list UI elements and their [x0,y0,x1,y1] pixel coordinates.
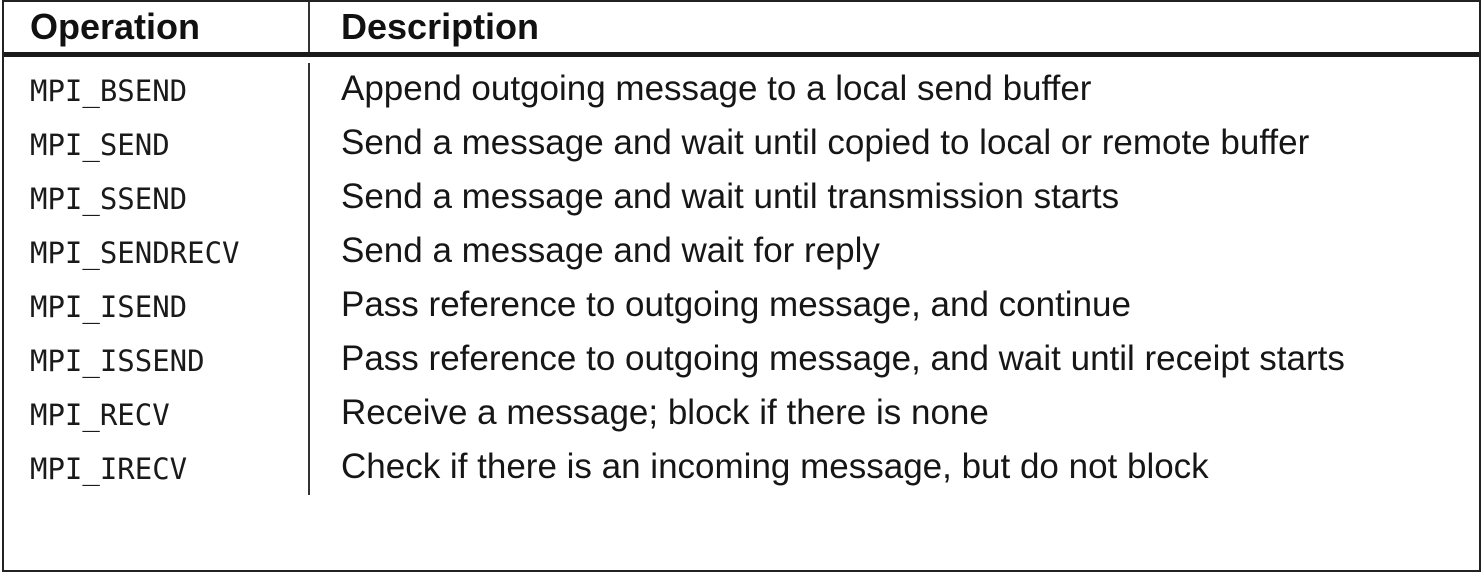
operation-cell: MPI_ISEND [4,279,310,333]
operation-cell: MPI_SEND [4,117,310,171]
mpi-operations-table: Operation Description MPI_BSEND Append o… [2,0,1481,572]
description-cell: Send a message and wait until copied to … [341,123,1310,162]
table-row: MPI_SENDRECV Send a message and wait for… [4,225,1479,279]
operation-cell: MPI_SSEND [4,171,310,225]
table-row: MPI_ISEND Pass reference to outgoing mes… [4,279,1479,333]
description-cell: Send a message and wait for reply [341,231,880,270]
table-row: MPI_BSEND Append outgoing message to a l… [4,63,1479,117]
operation-cell: MPI_SENDRECV [4,225,310,279]
description-cell: Pass reference to outgoing message, and … [341,285,1131,324]
table-row: MPI_SEND Send a message and wait until c… [4,117,1479,171]
table-row: MPI_RECV Receive a message; block if the… [4,387,1479,441]
table-row: MPI_SSEND Send a message and wait until … [4,171,1479,225]
header-operation: Operation [4,2,310,52]
table-header-row: Operation Description [4,2,1479,57]
operation-cell: MPI_ISSEND [4,333,310,387]
description-cell: Pass reference to outgoing message, and … [341,339,1345,378]
description-cell: Append outgoing message to a local send … [341,69,1092,108]
description-cell: Send a message and wait until transmissi… [341,177,1120,216]
header-description: Description [341,6,540,47]
description-cell: Receive a message; block if there is non… [341,393,989,432]
table-row: MPI_IRECV Check if there is an incoming … [4,441,1479,495]
description-cell: Check if there is an incoming message, b… [341,447,1209,486]
operation-cell: MPI_RECV [4,387,310,441]
operation-cell: MPI_IRECV [4,441,310,495]
table-row: MPI_ISSEND Pass reference to outgoing me… [4,333,1479,387]
table-body: MPI_BSEND Append outgoing message to a l… [4,57,1479,495]
operation-cell: MPI_BSEND [4,63,310,117]
